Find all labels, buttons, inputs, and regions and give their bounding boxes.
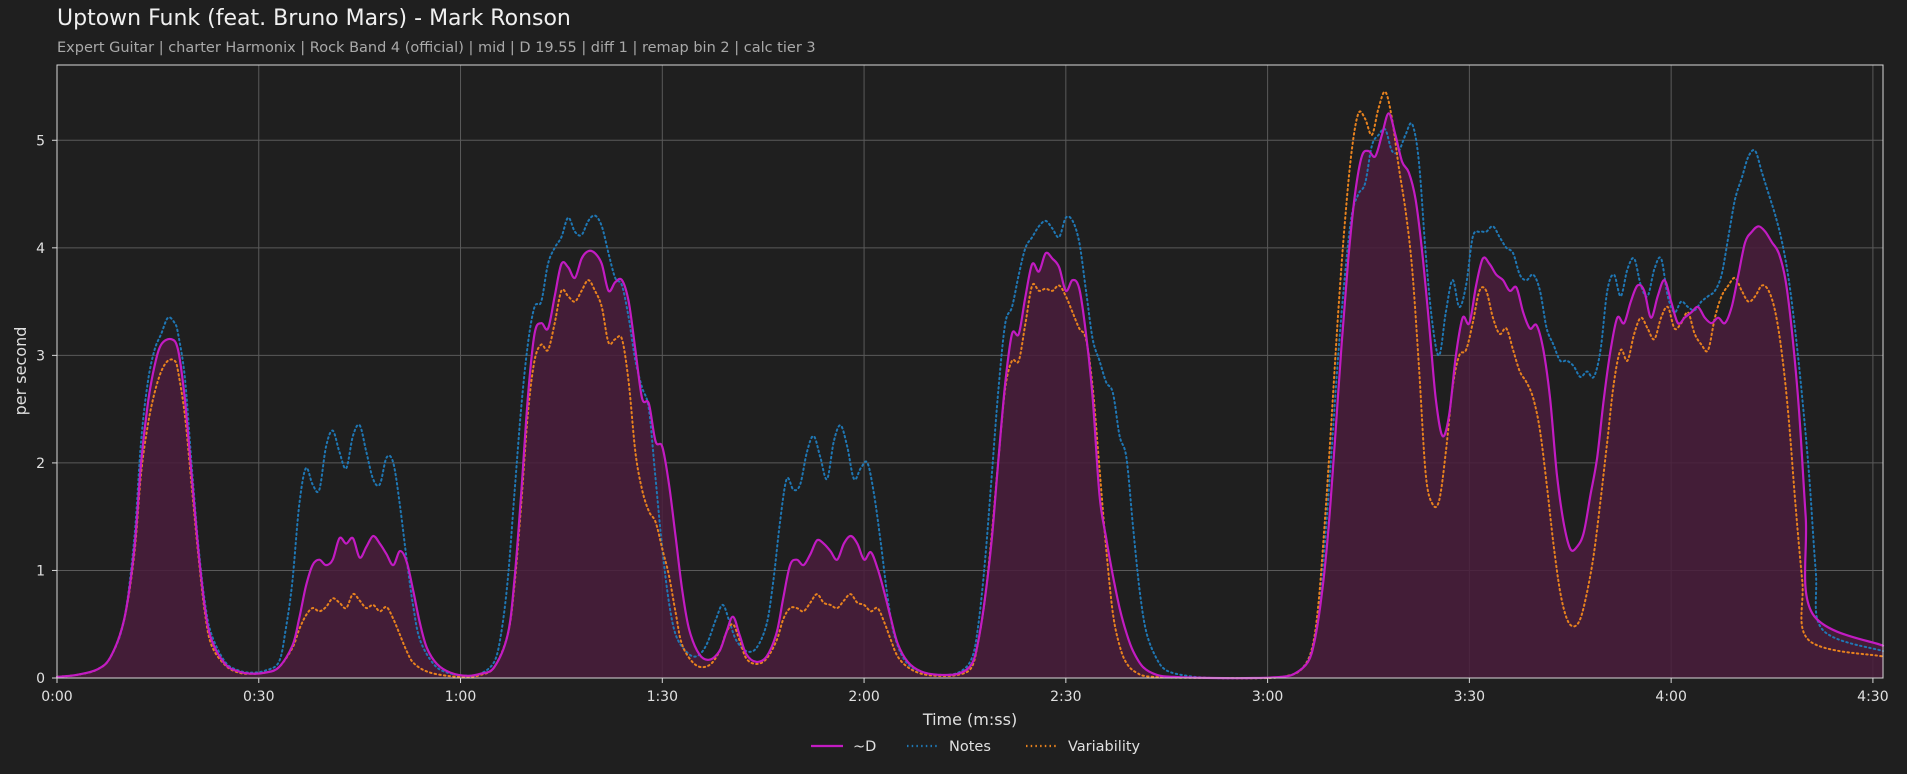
x-tick-label: 4:00 [1655, 689, 1686, 705]
chart: 0:00 0:30 1:00 1:30 2:00 2:30 3:00 3:30 4:00 4:30… [11, 64, 1889, 755]
x-tick-label: 1:30 [647, 689, 678, 705]
y-axis-label: per second [11, 327, 30, 416]
y-axis: 0 1 2 3 4 5 [36, 133, 57, 687]
x-tick-label: 0:30 [243, 689, 274, 705]
x-tick-label: 2:30 [1050, 689, 1081, 705]
legend-label: Notes [949, 739, 991, 755]
x-tick-label: 1:00 [445, 689, 476, 705]
y-tick-label: 2 [36, 456, 45, 472]
y-tick-label: 0 [36, 671, 45, 687]
x-tick-label: 4:30 [1857, 689, 1888, 705]
x-axis: 0:00 0:30 1:00 1:30 2:00 2:30 3:00 3:30 4:00 4:30 [41, 678, 1889, 705]
x-tick-label: 2:00 [848, 689, 879, 705]
legend-label: ~D [853, 739, 876, 755]
x-axis-label: Time (m:ss) [922, 710, 1017, 729]
x-tick-label: 3:00 [1252, 689, 1283, 705]
y-tick-label: 3 [36, 348, 45, 364]
y-tick-label: 5 [36, 133, 45, 149]
legend-label: Variability [1068, 739, 1141, 755]
legend: ~D Notes Variability [811, 739, 1141, 755]
x-tick-label: 0:00 [41, 689, 72, 705]
x-tick-label: 3:30 [1454, 689, 1485, 705]
y-tick-label: 4 [36, 241, 45, 257]
y-tick-label: 1 [36, 563, 45, 579]
